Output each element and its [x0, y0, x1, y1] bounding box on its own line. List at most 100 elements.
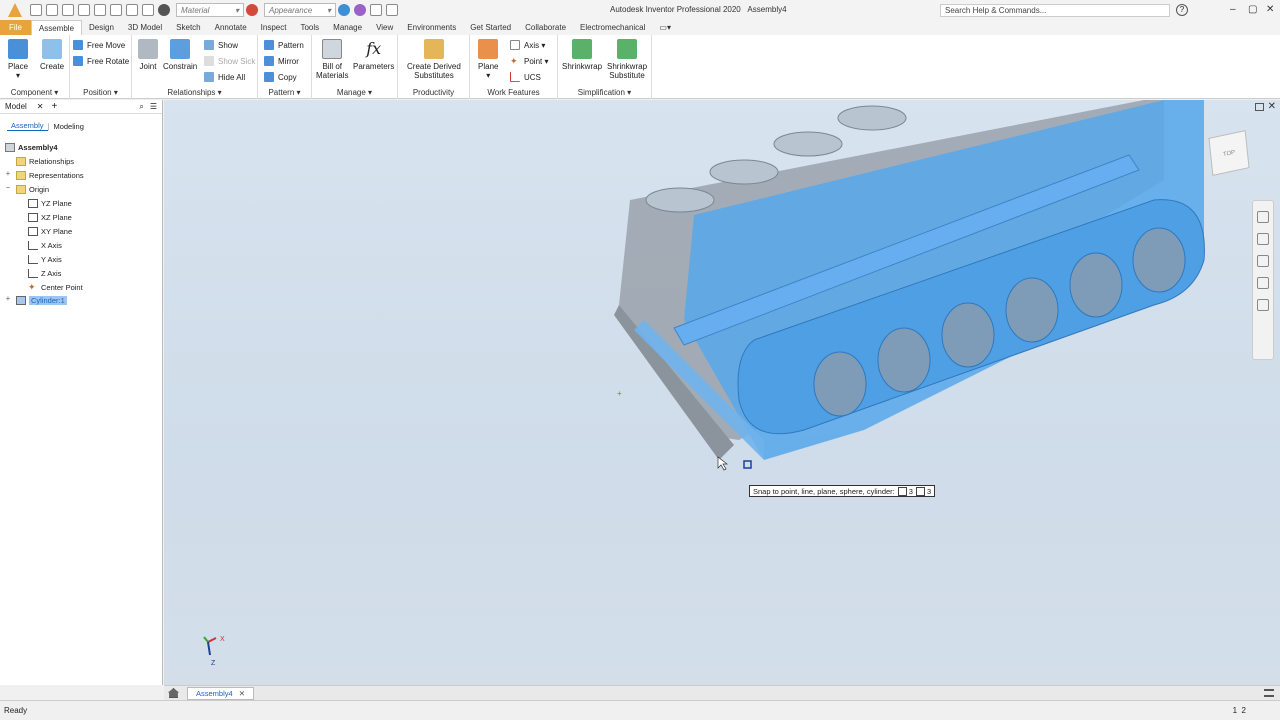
position-group-label[interactable]: Position ▾	[70, 88, 131, 97]
document-tab-assembly4[interactable]: Assembly4 ✕	[187, 686, 254, 700]
tree-item-x-axis[interactable]: X Axis	[28, 239, 62, 251]
show-button[interactable]: Show	[204, 39, 238, 51]
place-button[interactable]: Place ▾	[8, 39, 28, 80]
close-button[interactable]: ✕	[1266, 4, 1274, 16]
tab-file[interactable]: File	[0, 20, 31, 35]
create-derived-substitutes-button[interactable]: Create Derived Substitutes	[407, 39, 461, 80]
copy-button[interactable]: Copy	[264, 71, 297, 83]
graphics-viewport[interactable]: + X Z Snap to point, line, plane, sphere…	[164, 100, 1280, 685]
relationships-group-label[interactable]: Relationships ▾	[132, 88, 257, 97]
document-menu-icon[interactable]	[1264, 689, 1274, 697]
tree-item-center-point[interactable]: ✦ Center Point	[28, 281, 83, 293]
appearance-dropdown[interactable]: Appearance ▾	[264, 3, 336, 17]
tab-get-started[interactable]: Get Started	[463, 20, 518, 35]
engine-block-model[interactable]: + X Z	[164, 100, 1280, 685]
app-logo-icon[interactable]	[8, 3, 22, 17]
tree-item-relationships[interactable]: Relationships	[16, 155, 74, 167]
create-button[interactable]: Create	[40, 39, 64, 71]
zoom-icon[interactable]	[1257, 255, 1269, 267]
pattern-group-label[interactable]: Pattern ▾	[258, 88, 311, 97]
adjust-icon[interactable]	[338, 4, 350, 16]
tree-item-origin[interactable]: Origin	[16, 183, 49, 195]
close-icon[interactable]: ✕	[239, 689, 245, 698]
expand-icon[interactable]: +	[4, 169, 12, 178]
undo-icon[interactable]	[78, 4, 90, 16]
update-icon[interactable]	[126, 4, 138, 16]
steering-wheel-icon[interactable]	[1257, 211, 1269, 223]
manage-group-label[interactable]: Manage ▾	[312, 88, 397, 97]
open-file-icon[interactable]	[46, 4, 58, 16]
tab-environments[interactable]: Environments	[400, 20, 463, 35]
tree-item-xy-plane[interactable]: XY Plane	[28, 225, 72, 237]
ucs-button[interactable]: UCS	[510, 71, 541, 83]
tab-3d-model[interactable]: 3D Model	[121, 20, 169, 35]
fx-icon[interactable]	[370, 4, 382, 16]
view-cube[interactable]: TOP	[1208, 130, 1250, 176]
constrain-button[interactable]: Constrain	[163, 39, 197, 71]
ribbon-options-icon[interactable]: ▭▾	[652, 20, 678, 35]
save-icon[interactable]	[62, 4, 74, 16]
select-icon[interactable]	[142, 4, 154, 16]
add-browser-icon[interactable]: +	[52, 101, 58, 112]
mirror-button[interactable]: Mirror	[264, 55, 299, 67]
orbit-icon[interactable]	[1257, 277, 1269, 289]
close-icon[interactable]: ✕	[37, 102, 44, 111]
redo-icon[interactable]	[94, 4, 106, 16]
tab-assemble[interactable]: Assemble	[30, 20, 83, 35]
home-icon[interactable]	[168, 688, 179, 698]
browser-tab-modeling[interactable]: Modeling	[49, 122, 87, 131]
home-icon[interactable]	[110, 4, 122, 16]
parameters-button[interactable]: fx Parameters	[353, 39, 394, 71]
joint-button[interactable]: Joint	[138, 39, 158, 71]
tree-item-y-axis[interactable]: Y Axis	[28, 253, 62, 265]
relationships-group: Joint Constrain Show Show Sick Hide All …	[132, 35, 258, 99]
tree-item-xz-plane[interactable]: XZ Plane	[28, 211, 72, 223]
tree-item-root[interactable]: Assembly4	[5, 141, 58, 153]
plane-button[interactable]: Plane ▾	[478, 39, 498, 80]
tree-item-yz-plane[interactable]: YZ Plane	[28, 197, 72, 209]
tab-view[interactable]: View	[369, 20, 400, 35]
pattern-button[interactable]: Pattern	[264, 39, 304, 51]
shrinkwrap-substitute-button[interactable]: Shrinkwrap Substitute	[607, 39, 647, 80]
close-icon[interactable]: ✕	[1268, 101, 1276, 112]
work-features-group: Plane ▾ Axis ▾ ✦ Point ▾ UCS Work Features	[470, 35, 558, 99]
tab-inspect[interactable]: Inspect	[254, 20, 294, 35]
expand-icon[interactable]: +	[4, 294, 12, 303]
tree-item-z-axis[interactable]: Z Axis	[28, 267, 61, 279]
tab-collaborate[interactable]: Collaborate	[518, 20, 573, 35]
tab-annotate[interactable]: Annotate	[208, 20, 254, 35]
tab-tools[interactable]: Tools	[293, 20, 326, 35]
help-icon[interactable]: ?	[1176, 4, 1188, 16]
look-at-icon[interactable]	[1257, 299, 1269, 311]
simplification-group-label[interactable]: Simplification ▾	[558, 88, 651, 97]
collapse-icon[interactable]: −	[4, 183, 12, 192]
free-move-button[interactable]: Free Move	[73, 39, 125, 51]
search-help-input[interactable]: Search Help & Commands...	[940, 4, 1170, 17]
tab-manage[interactable]: Manage	[326, 20, 369, 35]
maximize-button[interactable]: ▢	[1248, 4, 1257, 16]
tab-sketch[interactable]: Sketch	[169, 20, 207, 35]
clear-appearance-icon[interactable]	[354, 4, 366, 16]
show-sick-button[interactable]: Show Sick	[204, 55, 255, 67]
menu-icon[interactable]: ☰	[150, 102, 157, 111]
tab-electromechanical[interactable]: Electromechanical	[573, 20, 652, 35]
bill-of-materials-button[interactable]: Bill of Materials	[316, 39, 348, 80]
point-button[interactable]: ✦ Point ▾	[510, 55, 548, 67]
minimize-button[interactable]: ‒	[1230, 4, 1236, 16]
tree-item-cylinder[interactable]: Cylinder:1	[16, 294, 67, 306]
new-file-icon[interactable]	[30, 4, 42, 16]
hide-all-button[interactable]: Hide All	[204, 71, 245, 83]
free-rotate-button[interactable]: Free Rotate	[73, 55, 129, 67]
material-dropdown[interactable]: Material ▾	[176, 3, 244, 17]
pan-icon[interactable]	[1257, 233, 1269, 245]
restore-icon[interactable]	[1255, 103, 1264, 111]
search-icon[interactable]: ⌕	[139, 102, 143, 112]
shrinkwrap-button[interactable]: Shrinkwrap	[562, 39, 602, 71]
component-group-label[interactable]: Component ▾	[0, 88, 69, 97]
tree-item-representations[interactable]: Representations	[16, 169, 84, 181]
browser-tab-assembly[interactable]: Assembly	[7, 121, 48, 131]
axis-button[interactable]: Axis ▾	[510, 39, 545, 51]
tab-design[interactable]: Design	[82, 20, 121, 35]
plane-icon	[28, 226, 38, 236]
customize-icon[interactable]	[386, 4, 398, 16]
